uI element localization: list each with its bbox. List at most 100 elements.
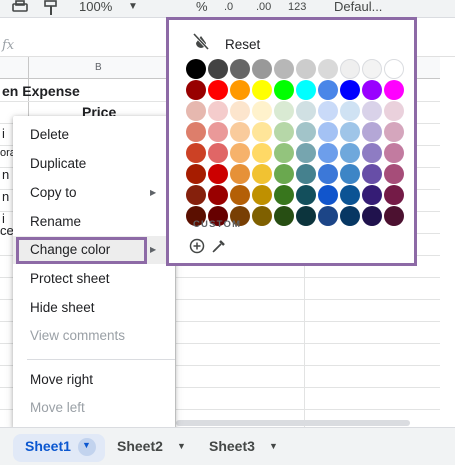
color-swatch[interactable] bbox=[340, 101, 360, 121]
reset-color-button[interactable]: Reset bbox=[225, 37, 260, 52]
tab-sheet3[interactable]: Sheet3 ▼ bbox=[209, 434, 278, 462]
color-swatch[interactable] bbox=[208, 80, 228, 100]
color-swatch[interactable] bbox=[230, 80, 250, 100]
color-swatch[interactable] bbox=[362, 122, 382, 142]
color-swatch[interactable] bbox=[230, 122, 250, 142]
color-swatch[interactable] bbox=[230, 101, 250, 121]
color-swatch[interactable] bbox=[252, 143, 272, 163]
color-swatch[interactable] bbox=[274, 80, 294, 100]
cell-fragment[interactable]: n bbox=[2, 189, 9, 204]
color-swatch[interactable] bbox=[384, 185, 404, 205]
color-swatch[interactable] bbox=[318, 101, 338, 121]
cell-fragment[interactable]: ce bbox=[0, 223, 14, 238]
color-swatch[interactable] bbox=[384, 206, 404, 226]
color-swatch[interactable] bbox=[318, 59, 338, 79]
color-swatch[interactable] bbox=[384, 164, 404, 184]
color-swatch[interactable] bbox=[252, 80, 272, 100]
color-swatch[interactable] bbox=[362, 101, 382, 121]
color-swatch[interactable] bbox=[252, 59, 272, 79]
color-swatch[interactable] bbox=[340, 164, 360, 184]
color-swatch[interactable] bbox=[296, 164, 316, 184]
cell-title[interactable]: en Expense bbox=[2, 83, 80, 99]
color-swatch[interactable] bbox=[230, 185, 250, 205]
paint-format-icon[interactable] bbox=[44, 0, 58, 16]
cell-fragment[interactable]: n bbox=[2, 167, 9, 182]
color-swatch[interactable] bbox=[318, 185, 338, 205]
color-swatch[interactable] bbox=[296, 143, 316, 163]
cell-fragment[interactable]: i bbox=[2, 126, 5, 141]
color-swatch[interactable] bbox=[362, 164, 382, 184]
color-swatch[interactable] bbox=[230, 164, 250, 184]
color-swatch[interactable] bbox=[186, 143, 206, 163]
menu-item-hide-sheet[interactable]: Hide sheet bbox=[13, 294, 175, 322]
color-swatch[interactable] bbox=[274, 122, 294, 142]
tab-sheet2[interactable]: Sheet2 ▼ bbox=[117, 434, 186, 462]
color-swatch[interactable] bbox=[208, 185, 228, 205]
color-swatch[interactable] bbox=[274, 185, 294, 205]
tab-sheet1[interactable]: Sheet1 ▼ bbox=[13, 434, 105, 462]
menu-item-rename[interactable]: Rename bbox=[13, 208, 175, 236]
color-swatch[interactable] bbox=[274, 206, 294, 226]
color-swatch[interactable] bbox=[186, 164, 206, 184]
menu-item-duplicate[interactable]: Duplicate bbox=[13, 150, 175, 178]
color-swatch[interactable] bbox=[186, 59, 206, 79]
color-swatch[interactable] bbox=[340, 59, 360, 79]
color-swatch[interactable] bbox=[296, 185, 316, 205]
color-swatch[interactable] bbox=[274, 101, 294, 121]
color-swatch[interactable] bbox=[230, 143, 250, 163]
color-swatch[interactable] bbox=[362, 206, 382, 226]
no-fill-icon[interactable] bbox=[193, 32, 209, 50]
format-percent-button[interactable]: % bbox=[196, 0, 208, 15]
color-swatch[interactable] bbox=[296, 101, 316, 121]
color-swatch[interactable] bbox=[252, 206, 272, 226]
color-swatch[interactable] bbox=[252, 185, 272, 205]
column-header-b[interactable]: B bbox=[95, 62, 102, 73]
color-swatch[interactable] bbox=[340, 143, 360, 163]
color-swatch[interactable] bbox=[208, 164, 228, 184]
color-swatch[interactable] bbox=[318, 80, 338, 100]
color-swatch[interactable] bbox=[208, 59, 228, 79]
plus-circle-icon[interactable] bbox=[189, 238, 205, 254]
horizontal-scrollbar[interactable] bbox=[176, 420, 410, 426]
color-swatch[interactable] bbox=[384, 80, 404, 100]
zoom-select[interactable]: 100% bbox=[79, 0, 112, 15]
color-swatch[interactable] bbox=[252, 122, 272, 142]
menu-item-protect-sheet[interactable]: Protect sheet bbox=[13, 265, 175, 293]
color-swatch[interactable] bbox=[186, 185, 206, 205]
color-swatch[interactable] bbox=[384, 143, 404, 163]
font-select[interactable]: Defaul... bbox=[334, 0, 382, 15]
color-swatch[interactable] bbox=[340, 206, 360, 226]
decrease-decimal-button[interactable]: .0 bbox=[224, 0, 233, 15]
menu-item-delete[interactable]: Delete bbox=[13, 121, 175, 149]
color-swatch[interactable] bbox=[208, 122, 228, 142]
color-swatch[interactable] bbox=[362, 80, 382, 100]
color-swatch[interactable] bbox=[384, 101, 404, 121]
color-swatch[interactable] bbox=[230, 59, 250, 79]
color-swatch[interactable] bbox=[186, 101, 206, 121]
color-swatch[interactable] bbox=[340, 122, 360, 142]
color-swatch[interactable] bbox=[186, 122, 206, 142]
color-swatch[interactable] bbox=[318, 206, 338, 226]
menu-item-move-right[interactable]: Move right bbox=[13, 366, 175, 394]
more-formats-button[interactable]: 123 bbox=[288, 0, 306, 15]
color-swatch[interactable] bbox=[274, 164, 294, 184]
color-swatch[interactable] bbox=[274, 143, 294, 163]
color-swatch[interactable] bbox=[296, 122, 316, 142]
color-swatch[interactable] bbox=[384, 59, 404, 79]
color-swatch[interactable] bbox=[208, 143, 228, 163]
eyedropper-icon[interactable] bbox=[211, 238, 227, 254]
color-swatch[interactable] bbox=[208, 101, 228, 121]
color-swatch[interactable] bbox=[252, 164, 272, 184]
color-swatch[interactable] bbox=[318, 143, 338, 163]
color-swatch[interactable] bbox=[362, 143, 382, 163]
color-swatch[interactable] bbox=[186, 80, 206, 100]
color-swatch[interactable] bbox=[362, 185, 382, 205]
print-icon[interactable] bbox=[11, 0, 29, 14]
color-swatch[interactable] bbox=[296, 80, 316, 100]
color-swatch[interactable] bbox=[384, 122, 404, 142]
color-swatch[interactable] bbox=[318, 164, 338, 184]
color-swatch[interactable] bbox=[318, 122, 338, 142]
color-swatch[interactable] bbox=[274, 59, 294, 79]
color-swatch[interactable] bbox=[252, 101, 272, 121]
menu-item-copy-to[interactable]: Copy to ▶ bbox=[13, 179, 175, 207]
